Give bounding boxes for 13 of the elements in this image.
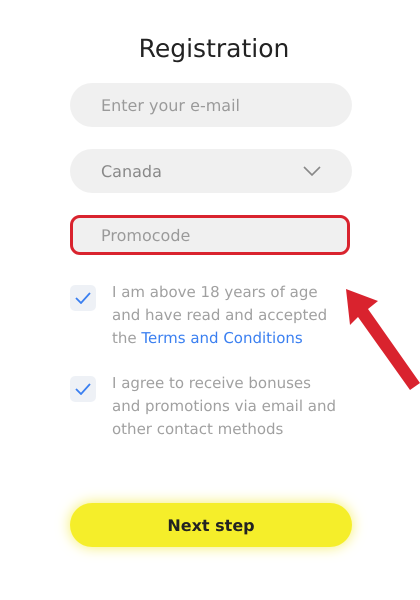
page-title: Registration	[138, 34, 290, 63]
text-field[interactable]: Promocode	[70, 215, 350, 255]
terms-link[interactable]: Terms and Conditions	[141, 329, 303, 347]
checkbox-label: I am above 18 years of age and have read and accepted the Terms and Conditions	[112, 282, 328, 349]
country-dropdown[interactable]: Canada	[70, 149, 352, 193]
checkbox[interactable]	[70, 285, 96, 311]
chevron-down-icon	[303, 166, 321, 176]
next-step-button[interactable]: Next step	[70, 503, 352, 547]
checkbox[interactable]	[70, 376, 96, 402]
check-icon	[75, 292, 91, 304]
checkbox-label: I agree to receive bonuses and promotions via email and other contact methods	[112, 373, 337, 440]
text-field[interactable]: Enter your e-mail	[70, 83, 352, 127]
check-icon	[75, 383, 91, 395]
